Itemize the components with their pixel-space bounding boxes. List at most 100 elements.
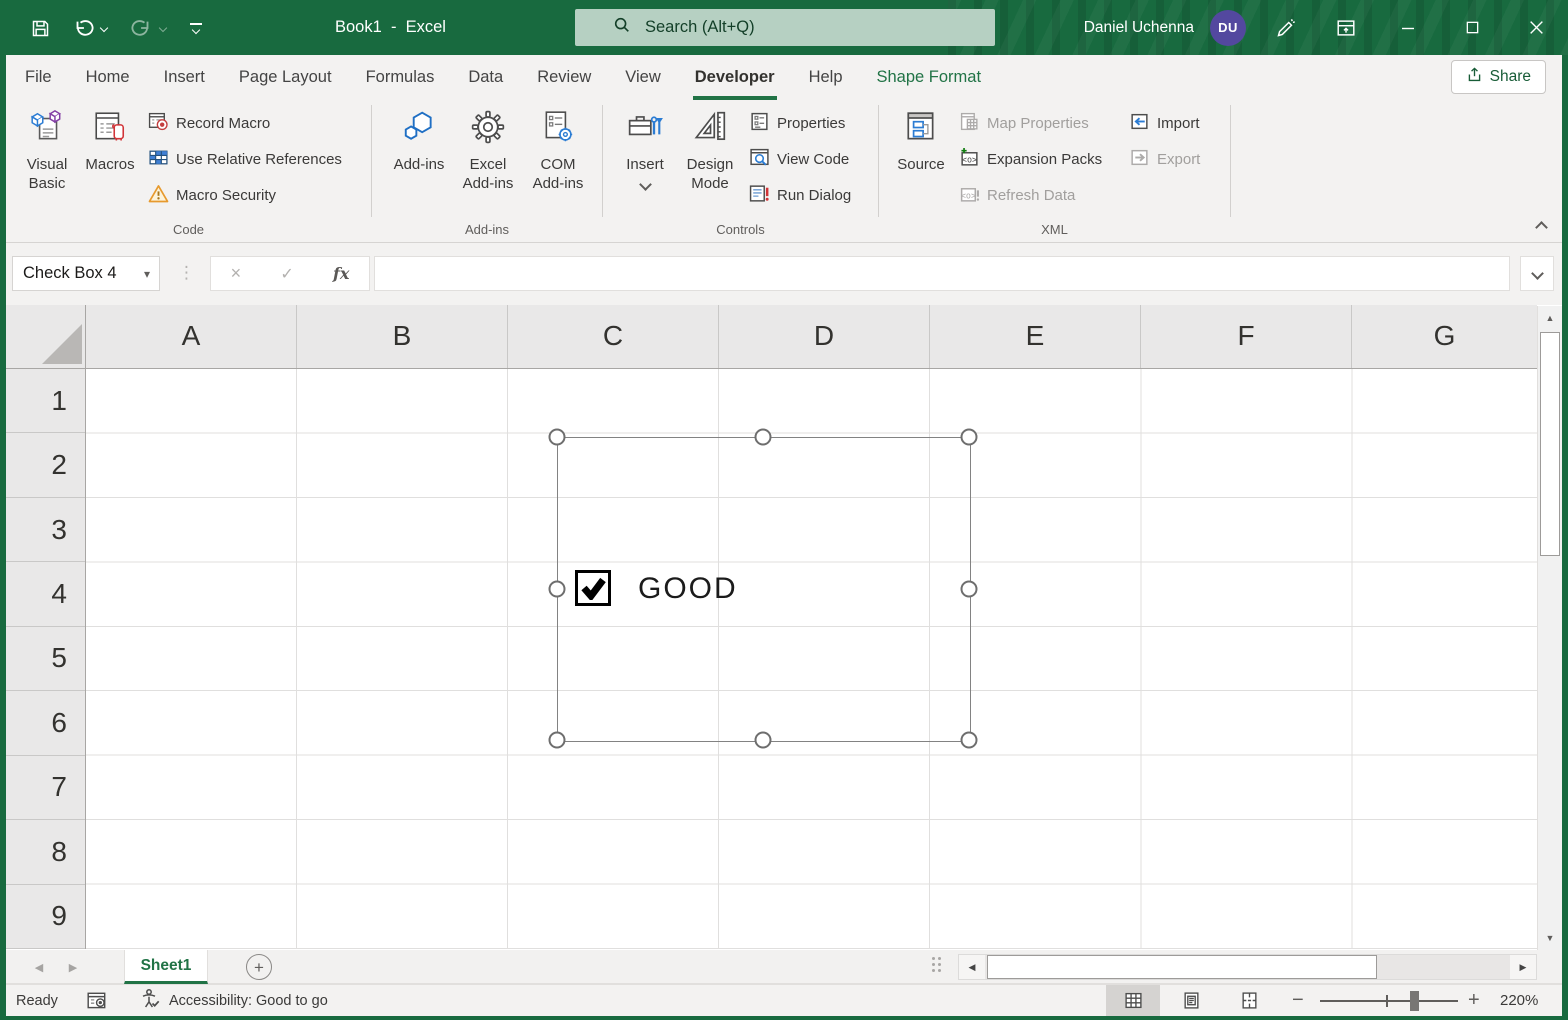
ribbon-display-options-icon[interactable]: [1316, 0, 1376, 55]
resize-handle-top-middle[interactable]: [754, 428, 772, 446]
scroll-right-icon[interactable]: ▶: [1510, 955, 1536, 979]
minimize-button[interactable]: [1376, 0, 1440, 55]
maximize-button[interactable]: [1440, 0, 1504, 55]
zoom-slider-thumb[interactable]: [1410, 991, 1419, 1011]
view-code-button[interactable]: View Code: [749, 146, 849, 172]
previous-sheet-icon[interactable]: ◀: [24, 950, 54, 984]
macro-security-button[interactable]: Macro Security: [148, 182, 276, 208]
sheet-tab-sheet1[interactable]: Sheet1: [124, 950, 208, 984]
addins-button[interactable]: Add-ins: [390, 107, 448, 174]
insert-control-button[interactable]: Insert: [617, 107, 673, 191]
redo-icon[interactable]: [131, 13, 153, 43]
tab-formulas[interactable]: Formulas: [349, 55, 452, 100]
selection-rectangle[interactable]: [557, 437, 971, 742]
run-dialog-button[interactable]: Run Dialog: [749, 182, 851, 208]
resize-handle-bottom-left[interactable]: [548, 731, 566, 749]
expand-formula-bar-button[interactable]: [1520, 256, 1554, 291]
import-button[interactable]: Import: [1129, 110, 1200, 136]
zoom-slider-track[interactable]: [1320, 1000, 1458, 1002]
page-layout-view-button[interactable]: [1164, 985, 1218, 1016]
column-header-c[interactable]: C: [508, 305, 719, 368]
tab-view[interactable]: View: [608, 55, 677, 100]
avatar[interactable]: DU: [1210, 9, 1246, 46]
row-header-1[interactable]: 1: [6, 369, 85, 434]
row-header-4[interactable]: 4: [6, 562, 85, 627]
macro-recording-icon[interactable]: [86, 985, 108, 1016]
name-box-dropdown-icon[interactable]: ▾: [144, 267, 150, 281]
resize-handle-middle-right[interactable]: [960, 580, 978, 598]
macros-button[interactable]: Macros: [82, 107, 138, 174]
column-header-f[interactable]: F: [1141, 305, 1352, 368]
use-relative-references-button[interactable]: Use Relative References: [148, 146, 342, 172]
enter-icon[interactable]: ✓: [280, 264, 293, 284]
row-header-9[interactable]: 9: [6, 885, 85, 949]
insert-function-icon[interactable]: fx: [333, 264, 349, 283]
accessibility-status[interactable]: Accessibility: Good to go: [139, 985, 328, 1016]
tab-developer[interactable]: Developer: [678, 55, 792, 100]
row-header-6[interactable]: 6: [6, 691, 85, 756]
visual-basic-button[interactable]: Visual Basic: [18, 107, 76, 193]
tab-page-layout[interactable]: Page Layout: [222, 55, 349, 100]
expansion-packs-button[interactable]: <o> Expansion Packs: [959, 146, 1102, 172]
share-button[interactable]: Share: [1450, 60, 1546, 94]
excel-addins-button[interactable]: Excel Add-ins: [456, 107, 520, 193]
cancel-icon[interactable]: ×: [231, 263, 242, 284]
normal-view-button[interactable]: [1106, 985, 1160, 1016]
vertical-scrollbar-thumb[interactable]: [1540, 332, 1560, 556]
search-input[interactable]: Search (Alt+Q): [575, 9, 995, 46]
row-header-5[interactable]: 5: [6, 627, 85, 692]
column-header-e[interactable]: E: [930, 305, 1141, 368]
new-sheet-button[interactable]: +: [246, 954, 272, 980]
tab-scrollbar-splitter[interactable]: [932, 957, 944, 972]
row-header-2[interactable]: 2: [6, 433, 85, 498]
vertical-scrollbar[interactable]: ▲ ▼: [1537, 306, 1562, 950]
select-all-corner[interactable]: [6, 305, 86, 368]
tab-data[interactable]: Data: [451, 55, 520, 100]
ink-pen-icon[interactable]: [1256, 0, 1316, 55]
resize-handle-bottom-middle[interactable]: [754, 731, 772, 749]
undo-icon[interactable]: [72, 13, 94, 43]
com-addins-button[interactable]: COM Add-ins: [526, 107, 590, 193]
column-header-g[interactable]: G: [1352, 305, 1537, 368]
redo-dropdown-icon[interactable]: [158, 13, 168, 43]
tab-shape-format[interactable]: Shape Format: [860, 55, 999, 100]
horizontal-scrollbar-thumb[interactable]: [987, 955, 1377, 979]
resize-handle-top-left[interactable]: [548, 428, 566, 446]
page-break-preview-button[interactable]: [1222, 985, 1276, 1016]
tab-home[interactable]: Home: [69, 55, 147, 100]
customize-quick-access-toolbar-icon[interactable]: [190, 13, 202, 43]
column-header-a[interactable]: A: [86, 305, 297, 368]
zoom-level[interactable]: 220%: [1500, 985, 1538, 1016]
row-header-7[interactable]: 7: [6, 756, 85, 821]
save-icon[interactable]: [30, 13, 51, 43]
scroll-down-icon[interactable]: ▼: [1538, 926, 1562, 950]
column-header-b[interactable]: B: [297, 305, 508, 368]
zoom-in-icon[interactable]: +: [1468, 985, 1480, 1016]
tab-insert[interactable]: Insert: [147, 55, 222, 100]
tab-review[interactable]: Review: [520, 55, 608, 100]
undo-dropdown-icon[interactable]: [99, 13, 109, 43]
horizontal-scrollbar[interactable]: ◀ ▶: [958, 954, 1537, 980]
scroll-up-icon[interactable]: ▲: [1538, 306, 1562, 330]
resize-handle-bottom-right[interactable]: [960, 731, 978, 749]
resize-handle-middle-left[interactable]: [548, 580, 566, 598]
column-header-d[interactable]: D: [719, 305, 930, 368]
user-name[interactable]: Daniel Uchenna: [1084, 19, 1194, 37]
properties-button[interactable]: Properties: [749, 110, 845, 136]
name-box[interactable]: Check Box 4 ▾: [12, 256, 160, 291]
close-button[interactable]: [1504, 0, 1568, 55]
collapse-ribbon-icon[interactable]: [1535, 221, 1548, 234]
next-sheet-icon[interactable]: ▶: [58, 950, 88, 984]
resize-handle-top-right[interactable]: [960, 428, 978, 446]
zoom-out-icon[interactable]: −: [1292, 985, 1304, 1016]
checkbox-control[interactable]: [575, 570, 611, 606]
scroll-left-icon[interactable]: ◀: [959, 955, 985, 979]
source-button[interactable]: Source: [893, 107, 949, 174]
formula-input[interactable]: [374, 256, 1510, 291]
design-mode-button[interactable]: Design Mode: [679, 107, 741, 193]
tab-help[interactable]: Help: [792, 55, 860, 100]
record-macro-button[interactable]: Record Macro: [148, 110, 270, 136]
row-header-8[interactable]: 8: [6, 820, 85, 885]
row-header-3[interactable]: 3: [6, 498, 85, 563]
tab-file[interactable]: File: [8, 55, 69, 100]
